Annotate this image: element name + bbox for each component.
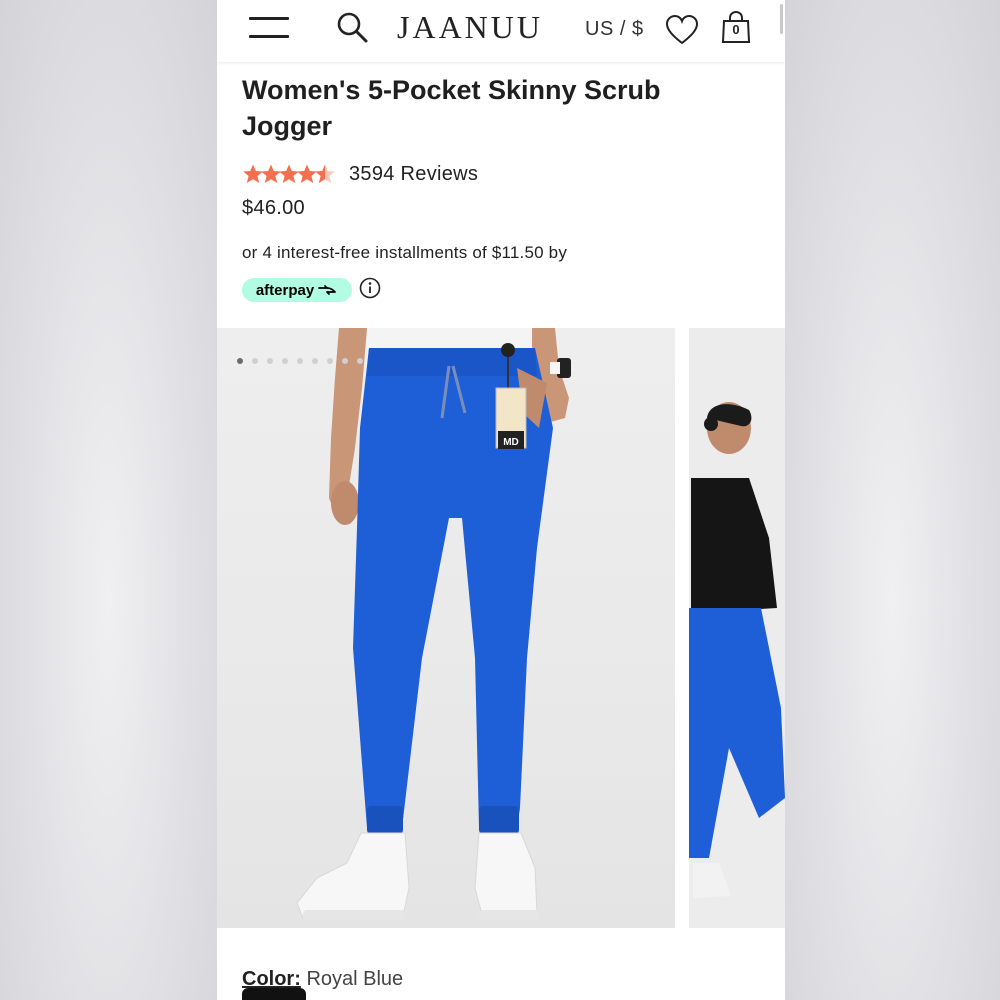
heart-icon[interactable] — [665, 14, 699, 46]
afterpay-label: afterpay — [255, 281, 315, 299]
product-image-front[interactable]: MD — [217, 328, 675, 928]
bottom-overlay — [242, 988, 306, 1000]
menu-icon[interactable] — [249, 15, 289, 43]
search-icon[interactable] — [335, 10, 369, 44]
gallery-dot[interactable] — [342, 358, 348, 364]
installments-text: or 4 interest-free installments of $11.5… — [242, 243, 568, 262]
gallery-dot[interactable] — [297, 358, 303, 364]
info-icon[interactable] — [359, 277, 381, 299]
color-label: Color: — [242, 968, 301, 990]
badge-text: MD — [503, 437, 519, 448]
cart-count: 0 — [732, 22, 740, 37]
product-image-gallery[interactable]: MD — [217, 328, 785, 928]
gallery-dot[interactable] — [357, 358, 363, 364]
background-left — [0, 0, 217, 1000]
model-front-illustration: MD — [296, 328, 571, 920]
gallery-pagination[interactable] — [237, 358, 363, 364]
color-value: Royal Blue — [306, 968, 404, 990]
brand-logo[interactable]: JAANUU — [397, 9, 543, 46]
top-navigation-bar: JAANUU US / $ 0 — [217, 0, 785, 62]
gallery-dot[interactable] — [267, 358, 273, 364]
afterpay-arrows-icon — [318, 285, 337, 295]
gallery-dot[interactable] — [237, 358, 243, 364]
mobile-page: JAANUU US / $ 0 Women's 5-Pocket Skinny … — [217, 0, 785, 1000]
model-side-illustration — [689, 402, 785, 898]
product-image-side[interactable] — [689, 328, 785, 928]
afterpay-badge[interactable]: afterpay — [242, 278, 352, 302]
reviews-link[interactable]: 3594 Reviews — [349, 163, 478, 186]
star-icon — [315, 164, 335, 183]
region-currency-selector[interactable]: US / $ — [585, 18, 644, 41]
star-rating[interactable] — [242, 163, 335, 185]
gallery-dot[interactable] — [312, 358, 318, 364]
gallery-dot[interactable] — [282, 358, 288, 364]
scrollbar[interactable] — [780, 4, 783, 34]
gallery-dot[interactable] — [327, 358, 333, 364]
product-price: $46.00 — [242, 197, 305, 219]
gallery-dot[interactable] — [252, 358, 258, 364]
background-right — [785, 0, 1000, 1000]
product-title: Women's 5-Pocket Skinny Scrub Jogger — [242, 75, 661, 141]
